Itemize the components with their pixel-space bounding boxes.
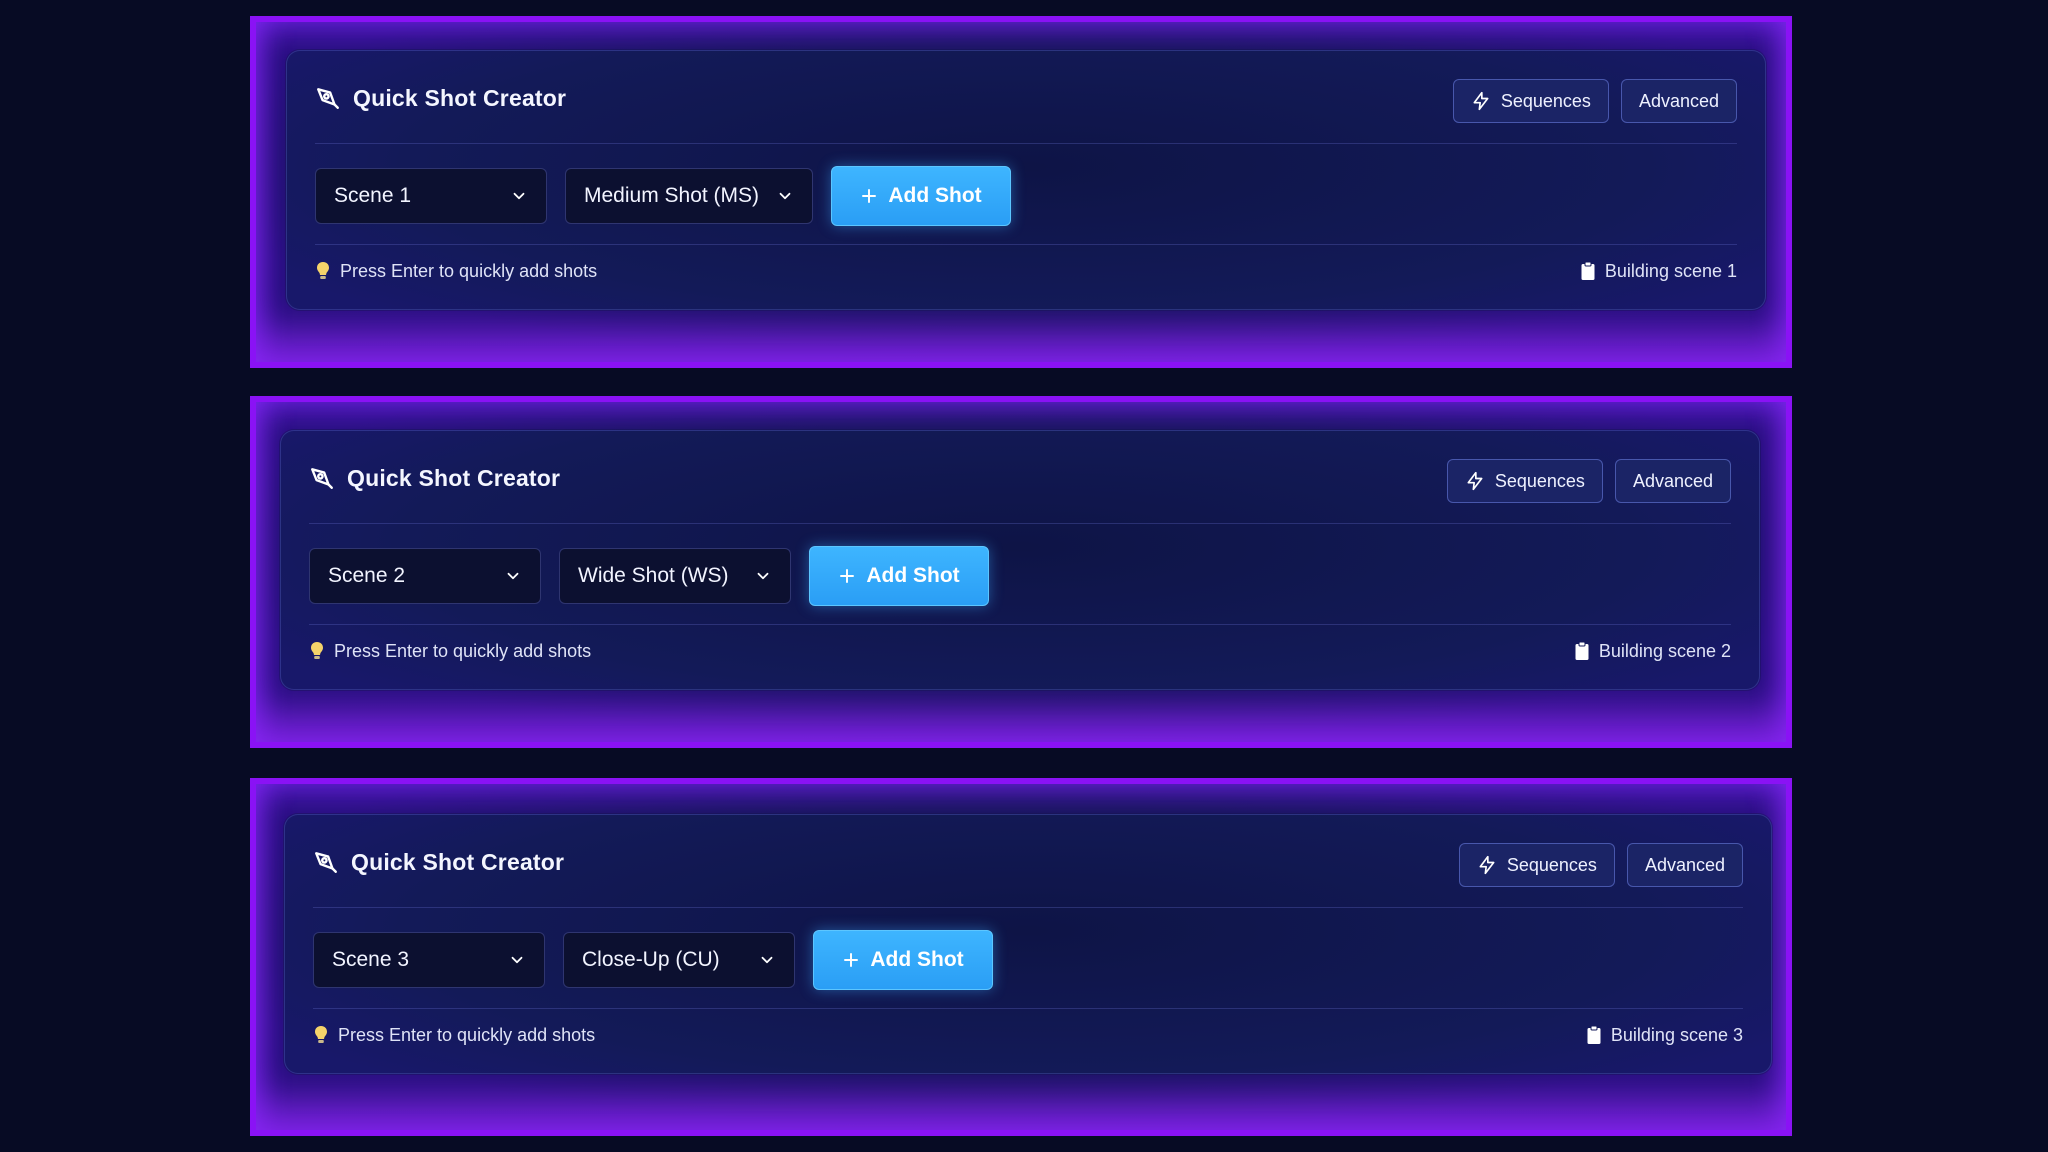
sequences-button[interactable]: Sequences [1452,79,1609,123]
sequences-label: Sequences [1506,854,1597,875]
scene-select-value: Scene 2 [328,564,406,587]
lightbulb-icon [315,1026,327,1043]
divider [313,1008,1743,1009]
sequences-label: Sequences [1500,90,1591,111]
advanced-label: Advanced [1644,854,1725,875]
shot-controls: Scene 2 Wide Shot (WS) Add Shot [309,546,989,606]
header-actions: Sequences Advanced [1452,79,1737,123]
title-group: Quick Shot Creator [309,461,560,495]
quick-shot-panel-3: Quick Shot Creator Sequences Advanced Sc… [250,778,1792,1136]
card-footer: Press Enter to quickly add shots Buildin… [309,636,1731,666]
status: Building scene 1 [1580,261,1737,282]
scene-select[interactable]: Scene 1 [315,168,547,224]
status-text: Building scene 1 [1604,260,1737,281]
panel-title: Quick Shot Creator [351,848,565,875]
card-header: Quick Shot Creator Sequences Advanced [315,51,1737,144]
clipboard-icon [1575,641,1589,660]
header-actions: Sequences Advanced [1458,843,1743,887]
advanced-button[interactable]: Advanced [1614,459,1731,503]
hint-text: Press Enter to quickly add shots [338,1024,596,1045]
quick-shot-card: Quick Shot Creator Sequences Advanced Sc… [280,430,1760,690]
panel-title: Quick Shot Creator [353,84,567,111]
chevron-down-icon [761,956,773,964]
scene-select-value: Scene 3 [332,948,410,971]
title-group: Quick Shot Creator [315,81,566,115]
add-shot-button[interactable]: Add Shot [831,166,1011,226]
lightbulb-icon [311,642,323,659]
sequences-button[interactable]: Sequences [1458,843,1615,887]
pen-tool-icon [315,85,341,111]
plus-icon [862,189,877,203]
chevron-down-icon [757,572,769,580]
hint-text: Press Enter to quickly add shots [334,640,592,661]
plus-icon [840,569,855,583]
pen-tool-icon [309,465,335,491]
advanced-label: Advanced [1638,90,1719,111]
card-footer: Press Enter to quickly add shots Buildin… [315,256,1737,286]
add-shot-button[interactable]: Add Shot [813,930,993,990]
title-group: Quick Shot Creator [313,845,564,879]
status-text: Building scene 3 [1610,1024,1743,1045]
chevron-down-icon [513,192,525,200]
hint: Press Enter to quickly add shots [309,641,591,662]
advanced-label: Advanced [1632,470,1713,491]
shot-controls: Scene 1 Medium Shot (MS) Add Shot [315,166,1011,226]
shot-type-select[interactable]: Close-Up (CU) [563,932,795,988]
shot-controls: Scene 3 Close-Up (CU) Add Shot [313,930,993,990]
card-header: Quick Shot Creator Sequences Advanced [309,431,1731,524]
advanced-button[interactable]: Advanced [1620,79,1737,123]
panel-title: Quick Shot Creator [347,464,561,491]
card-header: Quick Shot Creator Sequences Advanced [313,815,1743,908]
add-shot-label: Add Shot [870,948,964,971]
hint: Press Enter to quickly add shots [313,1025,595,1046]
chevron-down-icon [511,956,523,964]
divider [315,244,1737,245]
lightbulb-icon [317,262,329,279]
status: Building scene 3 [1586,1025,1743,1046]
quick-shot-card: Quick Shot Creator Sequences Advanced Sc… [286,50,1766,310]
add-shot-label: Add Shot [888,184,982,207]
lightning-icon [1467,471,1483,491]
status: Building scene 2 [1574,641,1731,662]
lightning-icon [1473,91,1489,111]
shot-type-value: Close-Up (CU) [582,948,720,971]
hint: Press Enter to quickly add shots [315,261,597,282]
scene-select[interactable]: Scene 3 [313,932,545,988]
shot-type-value: Wide Shot (WS) [578,564,729,587]
quick-shot-card: Quick Shot Creator Sequences Advanced Sc… [284,814,1772,1074]
add-shot-button[interactable]: Add Shot [809,546,989,606]
scene-select[interactable]: Scene 2 [309,548,541,604]
plus-icon [844,953,859,967]
chevron-down-icon [507,572,519,580]
card-footer: Press Enter to quickly add shots Buildin… [313,1020,1743,1050]
lightning-icon [1479,855,1495,875]
header-actions: Sequences Advanced [1446,459,1731,503]
quick-shot-panel-2: Quick Shot Creator Sequences Advanced Sc… [250,396,1792,748]
advanced-button[interactable]: Advanced [1626,843,1743,887]
clipboard-icon [1581,261,1595,280]
chevron-down-icon [779,192,791,200]
clipboard-icon [1587,1025,1601,1044]
shot-type-value: Medium Shot (MS) [584,184,760,207]
hint-text: Press Enter to quickly add shots [340,260,598,281]
pen-tool-icon [313,849,339,875]
shot-type-select[interactable]: Medium Shot (MS) [565,168,813,224]
add-shot-label: Add Shot [866,564,960,587]
status-text: Building scene 2 [1598,640,1731,661]
scene-select-value: Scene 1 [334,184,412,207]
shot-type-select[interactable]: Wide Shot (WS) [559,548,791,604]
quick-shot-panel-1: Quick Shot Creator Sequences Advanced Sc… [250,16,1792,368]
divider [309,624,1731,625]
sequences-label: Sequences [1494,470,1585,491]
sequences-button[interactable]: Sequences [1446,459,1603,503]
